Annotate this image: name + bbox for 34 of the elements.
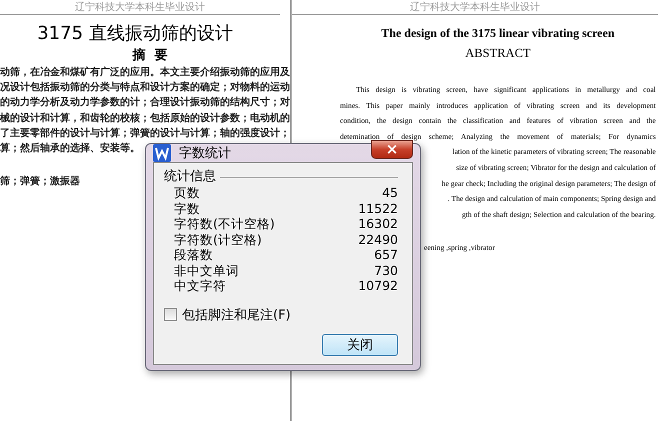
stat-value: 730	[374, 262, 398, 278]
body-text-line: 算；然后轴承的选择、安装等。	[0, 141, 140, 156]
close-dialog-button[interactable]: 关闭	[322, 334, 398, 356]
group-label: 统计信息	[164, 169, 216, 185]
stat-label: 段落数	[174, 247, 213, 262]
stat-label: 字符数(不计空格)	[174, 216, 275, 232]
checkbox[interactable]	[164, 308, 177, 321]
abstract-heading: ABSTRACT	[464, 45, 532, 61]
stat-value: 10792	[358, 278, 398, 294]
app-logo-icon	[153, 144, 171, 162]
body-text-line: 的动力学分析及动力学参数的计；合理设计振动筛的结构尺寸；对	[0, 96, 290, 110]
body-text-line: 械的设计和计算，和齿轮的校核；包括原始的设计参数；电动机的	[0, 112, 290, 126]
stat-label: 中文字符	[174, 278, 226, 294]
stat-label: 字符数(计空格)	[174, 232, 262, 247]
document-title: 3175 直线振动筛的设计	[36, 23, 234, 45]
body-text-line: 了主要零部件的设计与计算；弹簧的设计与计算；轴的强度设计；	[0, 126, 290, 141]
body-text-line: 况设计包括振动筛的分类与特点和设计方案的确定；对物料的运动	[0, 80, 290, 96]
stat-value: 657	[374, 247, 398, 262]
checkbox-label: 包括脚注和尾注(F)	[182, 306, 291, 324]
abstract-heading: 摘 要	[131, 47, 169, 65]
stat-label: 页数	[174, 185, 200, 200]
stat-value: 16302	[358, 216, 398, 232]
stat-value: 22490	[358, 232, 398, 247]
body-text-line: 动筛，在冶金和煤矿有广泛的应用。本文主要介绍振动筛的应用及	[0, 65, 290, 80]
keywords-line: 筛；弹簧；激振器	[0, 174, 80, 190]
stat-label: 字数	[174, 200, 200, 216]
document-title: The design of the 3175 linear vibrating screen	[380, 25, 616, 41]
dialog-title: 字数统计	[179, 145, 232, 162]
stat-label: 非中文单词	[174, 262, 239, 278]
stat-value: 45	[382, 185, 398, 200]
page-header: 辽宁科技大学本科生毕业设计	[410, 2, 540, 14]
page-header: 辽宁科技大学本科生毕业设计	[75, 2, 205, 14]
stat-value: 11522	[358, 200, 398, 216]
close-button[interactable]: ×	[371, 140, 413, 158]
